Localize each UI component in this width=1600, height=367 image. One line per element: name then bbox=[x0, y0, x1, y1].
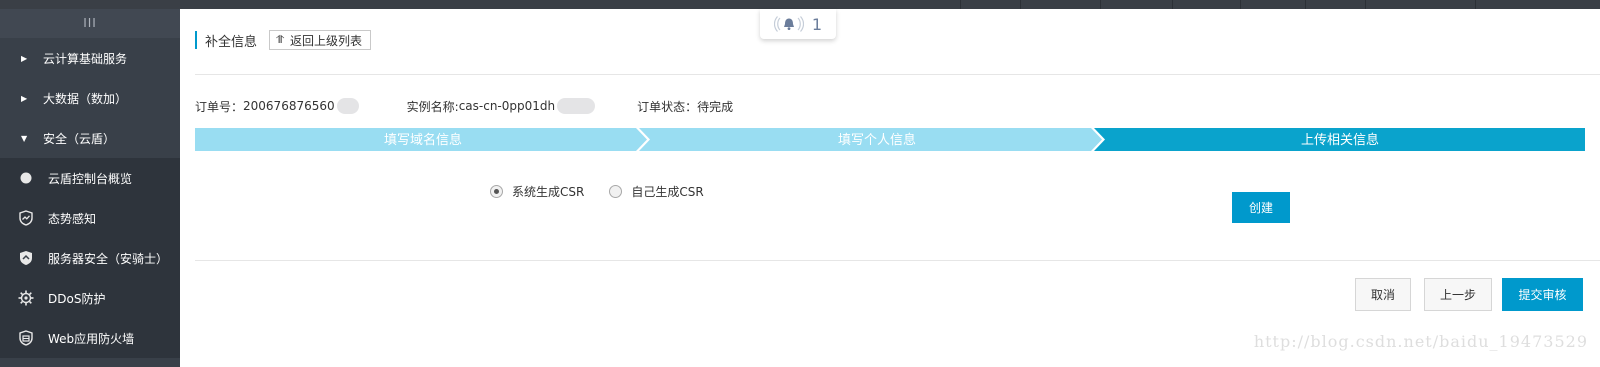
step-2-label: 填写个人信息 bbox=[838, 132, 916, 148]
csr-option-group: 系统生成CSR 自己生成CSR bbox=[490, 183, 704, 200]
submit-review-button[interactable]: 提交审核 bbox=[1502, 278, 1583, 311]
bell-icon bbox=[773, 16, 804, 32]
order-number-label: 订单号： bbox=[195, 99, 244, 114]
title-accent-bar bbox=[195, 31, 197, 49]
sidebar-group-label: 安全（云盾） bbox=[43, 131, 116, 146]
watermark-text: http://blog.csdn.net/baidu_19473529 bbox=[1253, 332, 1588, 351]
firewall-shield-icon bbox=[18, 330, 34, 346]
step-progress-bar: 填写域名信息 填写个人信息 上传相关信息 bbox=[195, 128, 1585, 151]
order-status-label: 订单状态： bbox=[637, 99, 698, 114]
gear-icon bbox=[18, 290, 34, 306]
step-1-label: 填写域名信息 bbox=[384, 132, 462, 148]
caret-right-icon: ▶ bbox=[21, 53, 28, 63]
step-3-label: 上传相关信息 bbox=[1301, 132, 1379, 148]
sidebar: III ▶ 云计算基础服务 ▶ 大数据（数加） ▼ 安全（云盾） 云盾控制台概览… bbox=[0, 9, 180, 367]
cancel-button[interactable]: 取消 bbox=[1355, 278, 1411, 311]
order-info-row: 订单号： 200676876560 实例名称: cas-cn-0pp01dh 订… bbox=[195, 96, 733, 116]
page-header: 补全信息 ⥣ 返回上级列表 bbox=[195, 30, 372, 50]
sidebar-group-security[interactable]: ▼ 安全（云盾） bbox=[0, 118, 180, 158]
return-up-icon: ⥣ bbox=[276, 33, 285, 46]
page-title: 补全信息 bbox=[205, 34, 258, 50]
sidebar-item-label: 态势感知 bbox=[48, 211, 97, 226]
instance-name-value: cas-cn-0pp01dh bbox=[458, 99, 556, 113]
instance-name-label: 实例名称: bbox=[406, 99, 459, 114]
sidebar-group-label: 云计算基础服务 bbox=[43, 51, 128, 66]
dot-icon bbox=[18, 170, 34, 186]
sidebar-group-label: 大数据（数加） bbox=[43, 91, 128, 106]
main-content: 补全信息 ⥣ 返回上级列表 1 订单号： 200676876560 实例名称: … bbox=[180, 9, 1600, 367]
sidebar-group-big-data[interactable]: ▶ 大数据（数加） bbox=[0, 78, 180, 118]
caret-right-icon: ▶ bbox=[21, 93, 28, 103]
order-number-value: 200676876560 bbox=[243, 99, 335, 113]
server-shield-icon bbox=[18, 250, 34, 266]
sidebar-collapse-handle[interactable]: III bbox=[0, 9, 180, 38]
redacted-mask bbox=[336, 98, 359, 114]
system-csr-radio[interactable] bbox=[490, 185, 503, 198]
back-button-label: 返回上级列表 bbox=[290, 33, 363, 48]
sidebar-item-waf[interactable]: Web应用防火墙 bbox=[0, 318, 180, 358]
caret-down-icon: ▼ bbox=[21, 133, 28, 143]
sidebar-item-overview[interactable]: 云盾控制台概览 bbox=[0, 158, 180, 198]
sidebar-item-ddos[interactable]: DDoS防护 bbox=[0, 278, 180, 318]
sidebar-security-submenu: 云盾控制台概览 态势感知 服务器安全（安骑士） DDoS防护 Web应用防火墙 bbox=[0, 158, 180, 358]
sidebar-item-label: 云盾控制台概览 bbox=[48, 171, 133, 186]
self-csr-label[interactable]: 自己生成CSR bbox=[631, 183, 703, 200]
system-csr-label[interactable]: 系统生成CSR bbox=[512, 183, 584, 200]
sidebar-item-label: DDoS防护 bbox=[48, 291, 106, 306]
sidebar-item-label: Web应用防火墙 bbox=[48, 331, 135, 346]
divider bbox=[195, 260, 1600, 261]
self-csr-radio[interactable] bbox=[609, 185, 623, 198]
notification-widget[interactable]: 1 bbox=[760, 9, 836, 39]
trend-shield-icon bbox=[18, 210, 34, 226]
sidebar-item-server-security[interactable]: 服务器安全（安骑士） bbox=[0, 238, 180, 278]
sidebar-item-situation-awareness[interactable]: 态势感知 bbox=[0, 198, 180, 238]
create-button[interactable]: 创建 bbox=[1232, 192, 1290, 223]
sidebar-item-label: 服务器安全（安骑士） bbox=[48, 251, 169, 266]
sidebar-group-cloud-computing[interactable]: ▶ 云计算基础服务 bbox=[0, 38, 180, 78]
order-status-value: 待完成 bbox=[697, 99, 734, 114]
top-header-bar bbox=[0, 0, 1600, 9]
divider bbox=[195, 74, 1600, 75]
notification-count: 1 bbox=[811, 14, 823, 34]
redacted-mask bbox=[557, 98, 596, 114]
previous-step-button[interactable]: 上一步 bbox=[1424, 278, 1492, 311]
back-to-list-button[interactable]: ⥣ 返回上级列表 bbox=[269, 30, 372, 50]
